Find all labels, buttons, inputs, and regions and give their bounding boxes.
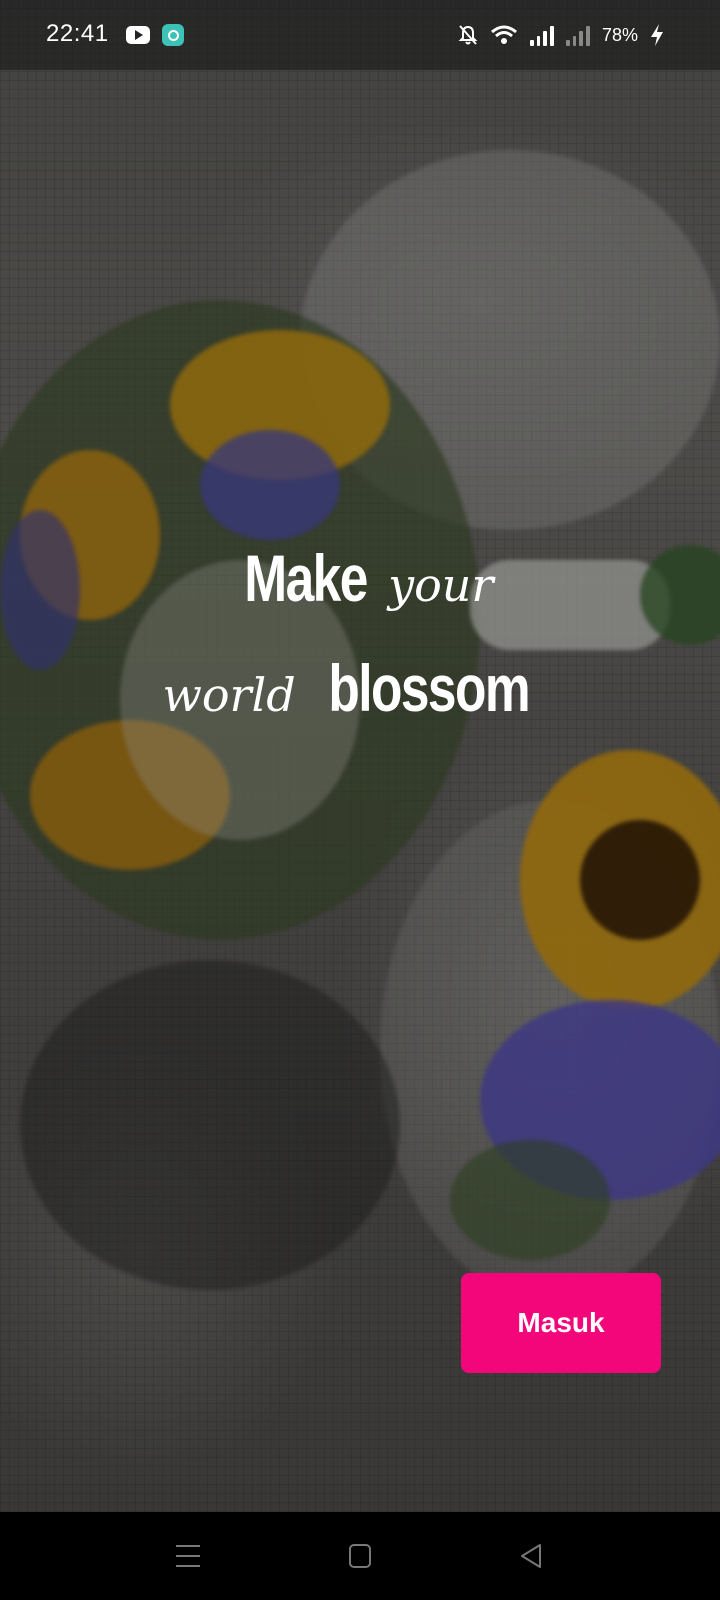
signal-icon: [529, 24, 554, 46]
charging-icon: [651, 24, 663, 46]
back-icon[interactable]: [512, 1540, 552, 1572]
status-time: 22:41: [46, 20, 109, 47]
headline-blossom: blossom: [328, 651, 530, 725]
headline-your: your: [388, 558, 494, 612]
headline-make: Make: [243, 541, 368, 615]
headline-line-2: world blossom: [0, 650, 720, 726]
app-notification-icon: [162, 24, 184, 46]
recent-apps-icon[interactable]: [168, 1540, 208, 1572]
headline-world: world: [162, 668, 296, 722]
login-button[interactable]: Masuk: [461, 1273, 661, 1373]
battery-percent: 78%: [601, 24, 638, 45]
status-bar: 22:41 78%: [0, 0, 720, 70]
youtube-icon: [126, 26, 150, 44]
navigation-bar: [0, 1512, 720, 1600]
status-icons: 78%: [458, 20, 664, 50]
home-icon[interactable]: [340, 1540, 380, 1572]
no-signal-icon: [565, 24, 590, 46]
wifi-icon: [491, 25, 517, 44]
mute-icon: [458, 25, 478, 45]
headline-line-1: Make your: [0, 540, 720, 616]
